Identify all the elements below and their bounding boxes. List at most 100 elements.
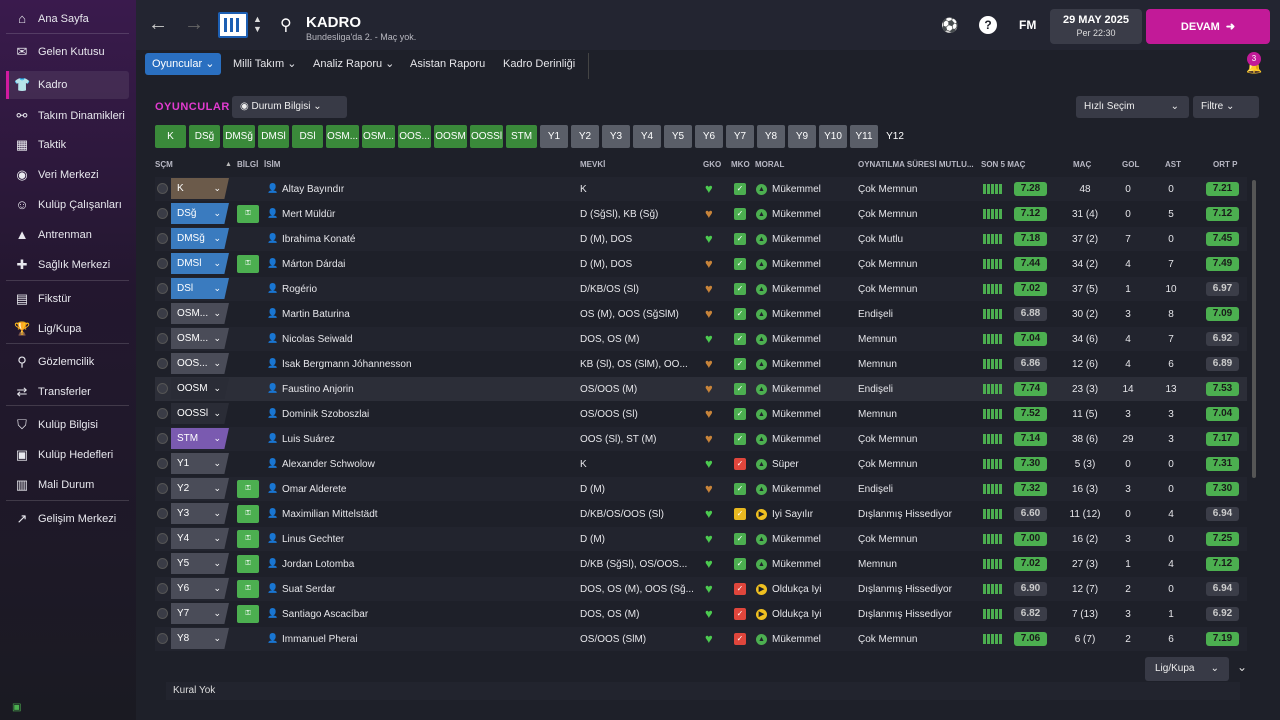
info-badge[interactable]: ⚿ bbox=[237, 580, 259, 598]
column-header-gol[interactable]: GOL bbox=[1122, 160, 1139, 169]
position-badge[interactable]: DSl ⌄ bbox=[171, 278, 229, 299]
row-checkbox[interactable] bbox=[157, 183, 168, 194]
player-name[interactable]: Santiago Ascacíbar bbox=[282, 609, 447, 620]
position-filter-4[interactable]: DMSl bbox=[258, 125, 289, 148]
sidebar-item-tactics[interactable]: ▦ Taktik bbox=[6, 131, 129, 159]
position-filter-6[interactable]: OSM... bbox=[326, 125, 359, 148]
sidebar-item-data[interactable]: ◉ Veri Merkezi bbox=[6, 161, 129, 189]
column-header-ort[interactable]: ORT P bbox=[1213, 160, 1237, 169]
position-badge[interactable]: DMSl ⌄ bbox=[171, 253, 229, 274]
continue-button[interactable]: DEVAM ➜ bbox=[1146, 9, 1270, 44]
row-checkbox[interactable] bbox=[157, 333, 168, 344]
position-filter-17[interactable]: Y6 bbox=[695, 125, 723, 148]
position-badge[interactable]: K ⌄ bbox=[171, 178, 229, 199]
player-name[interactable]: Nicolas Seiwald bbox=[282, 334, 447, 345]
position-filter-22[interactable]: Y11 bbox=[850, 125, 878, 148]
column-header-bilgi[interactable]: BİLGİ bbox=[237, 160, 258, 169]
column-header-isim[interactable]: İSİM bbox=[264, 160, 280, 169]
player-name[interactable]: Ísak Bergmann Jóhannesson bbox=[282, 359, 447, 370]
info-badge[interactable]: ⚿ bbox=[237, 505, 259, 523]
row-checkbox[interactable] bbox=[157, 358, 168, 369]
sidebar-item-briefcase[interactable]: ▣ Kulüp Hedefleri bbox=[6, 441, 129, 469]
player-name[interactable]: Ibrahima Konaté bbox=[282, 234, 447, 245]
sidebar-item-development[interactable]: ↗ Gelişim Merkezi bbox=[6, 505, 129, 533]
row-checkbox[interactable] bbox=[157, 483, 168, 494]
player-name[interactable]: Altay Bayındır bbox=[282, 184, 447, 195]
quick-pick-dropdown[interactable]: Hızlı Seçim ⌄ bbox=[1076, 96, 1189, 118]
position-filter-8[interactable]: OOS... bbox=[398, 125, 431, 148]
position-badge[interactable]: OOS... ⌄ bbox=[171, 353, 229, 374]
info-badge[interactable]: ⚿ bbox=[237, 255, 259, 273]
position-filter-23[interactable]: Y12 bbox=[881, 125, 909, 148]
position-badge[interactable]: Y3 ⌄ bbox=[171, 503, 229, 524]
position-filter-16[interactable]: Y5 bbox=[664, 125, 692, 148]
position-badge[interactable]: OSM... ⌄ bbox=[171, 303, 229, 324]
position-badge[interactable]: Y2 ⌄ bbox=[171, 478, 229, 499]
scrollbar[interactable] bbox=[1252, 180, 1256, 478]
position-filter-15[interactable]: Y4 bbox=[633, 125, 661, 148]
column-header-mko[interactable]: MKO bbox=[731, 160, 750, 169]
position-filter-2[interactable]: DSğ bbox=[189, 125, 220, 148]
position-filter-21[interactable]: Y10 bbox=[819, 125, 847, 148]
forward-arrow-icon[interactable]: → bbox=[184, 13, 204, 36]
position-badge[interactable]: DSğ ⌄ bbox=[171, 203, 229, 224]
filter-dropdown[interactable]: Filtre ⌄ bbox=[1193, 96, 1259, 118]
row-checkbox[interactable] bbox=[157, 633, 168, 644]
sidebar-item-staff[interactable]: ☺ Kulüp Çalışanları bbox=[6, 191, 129, 219]
row-checkbox[interactable] bbox=[157, 508, 168, 519]
column-header-moral[interactable]: MORAL bbox=[755, 160, 784, 169]
info-badge[interactable]: ⚿ bbox=[237, 605, 259, 623]
info-badge[interactable]: ⚿ bbox=[237, 555, 259, 573]
position-badge[interactable]: Y5 ⌄ bbox=[171, 553, 229, 574]
position-badge[interactable]: Y1 ⌄ bbox=[171, 453, 229, 474]
info-badge[interactable]: ⚿ bbox=[237, 205, 259, 223]
back-arrow-icon[interactable]: ← bbox=[148, 13, 168, 36]
row-checkbox[interactable] bbox=[157, 433, 168, 444]
league-dropdown[interactable]: Lig/Kupa ⌄ bbox=[1145, 657, 1229, 681]
player-name[interactable]: Luis Suárez bbox=[282, 434, 447, 445]
sort-asc-icon[interactable]: ▲ bbox=[225, 161, 232, 168]
status-dropdown[interactable]: ◉ Durum Bilgisi ⌄ bbox=[232, 96, 347, 118]
position-badge[interactable]: DMSğ ⌄ bbox=[171, 228, 229, 249]
tab-analiz-raporu[interactable]: Analiz Raporu ⌄ bbox=[306, 53, 401, 75]
position-filter-13[interactable]: Y2 bbox=[571, 125, 599, 148]
tab-asistan-raporu[interactable]: Asistan Raporu bbox=[403, 53, 492, 75]
position-badge[interactable]: OOSM ⌄ bbox=[171, 378, 229, 399]
sidebar-item-shirt[interactable]: 👕 Kadro bbox=[6, 71, 129, 99]
row-checkbox[interactable] bbox=[157, 258, 168, 269]
position-filter-10[interactable]: OOSSl bbox=[470, 125, 503, 148]
sidebar-item-inbox[interactable]: ✉ Gelen Kutusu bbox=[6, 38, 129, 66]
fm-logo[interactable]: FM bbox=[1019, 18, 1036, 32]
player-name[interactable]: Mert Müldür bbox=[282, 209, 447, 220]
column-header-ast[interactable]: AST bbox=[1165, 160, 1181, 169]
position-badge[interactable]: OSM... ⌄ bbox=[171, 328, 229, 349]
row-checkbox[interactable] bbox=[157, 558, 168, 569]
sidebar-item-shield[interactable]: ⛉ Kulüp Bilgisi bbox=[6, 411, 129, 439]
position-filter-5[interactable]: DSl bbox=[292, 125, 323, 148]
settings-icon[interactable]: ▣ bbox=[12, 702, 21, 713]
row-checkbox[interactable] bbox=[157, 383, 168, 394]
position-badge[interactable]: STM ⌄ bbox=[171, 428, 229, 449]
column-header-mevki[interactable]: MEVKİ bbox=[580, 160, 605, 169]
player-name[interactable]: Martin Baturina bbox=[282, 309, 447, 320]
row-checkbox[interactable] bbox=[157, 308, 168, 319]
row-checkbox[interactable] bbox=[157, 208, 168, 219]
column-header-gko[interactable]: GKO bbox=[703, 160, 721, 169]
position-filter-14[interactable]: Y3 bbox=[602, 125, 630, 148]
row-checkbox[interactable] bbox=[157, 408, 168, 419]
position-filter-18[interactable]: Y7 bbox=[726, 125, 754, 148]
column-header-oyn[interactable]: OYNATILMA SÜRESİ MUTLU... bbox=[858, 160, 974, 169]
row-checkbox[interactable] bbox=[157, 233, 168, 244]
tab-kadro-derinliği[interactable]: Kadro Derinliği bbox=[496, 53, 582, 75]
player-name[interactable]: Márton Dárdai bbox=[282, 259, 447, 270]
sidebar-item-scouting[interactable]: ⚲ Gözlemcilik bbox=[6, 348, 129, 376]
player-name[interactable]: Rogério bbox=[282, 284, 447, 295]
position-filter-7[interactable]: OSM... bbox=[362, 125, 395, 148]
sidebar-item-trophy[interactable]: 🏆 Lig/Kupa bbox=[6, 315, 129, 343]
position-badge[interactable]: Y8 ⌄ bbox=[171, 628, 229, 649]
row-checkbox[interactable] bbox=[157, 608, 168, 619]
player-name[interactable]: Alexander Schwolow bbox=[282, 459, 447, 470]
column-header-mac[interactable]: MAÇ bbox=[1073, 160, 1091, 169]
player-name[interactable]: Omar Alderete bbox=[282, 484, 447, 495]
player-name[interactable]: Suat Serdar bbox=[282, 584, 447, 595]
